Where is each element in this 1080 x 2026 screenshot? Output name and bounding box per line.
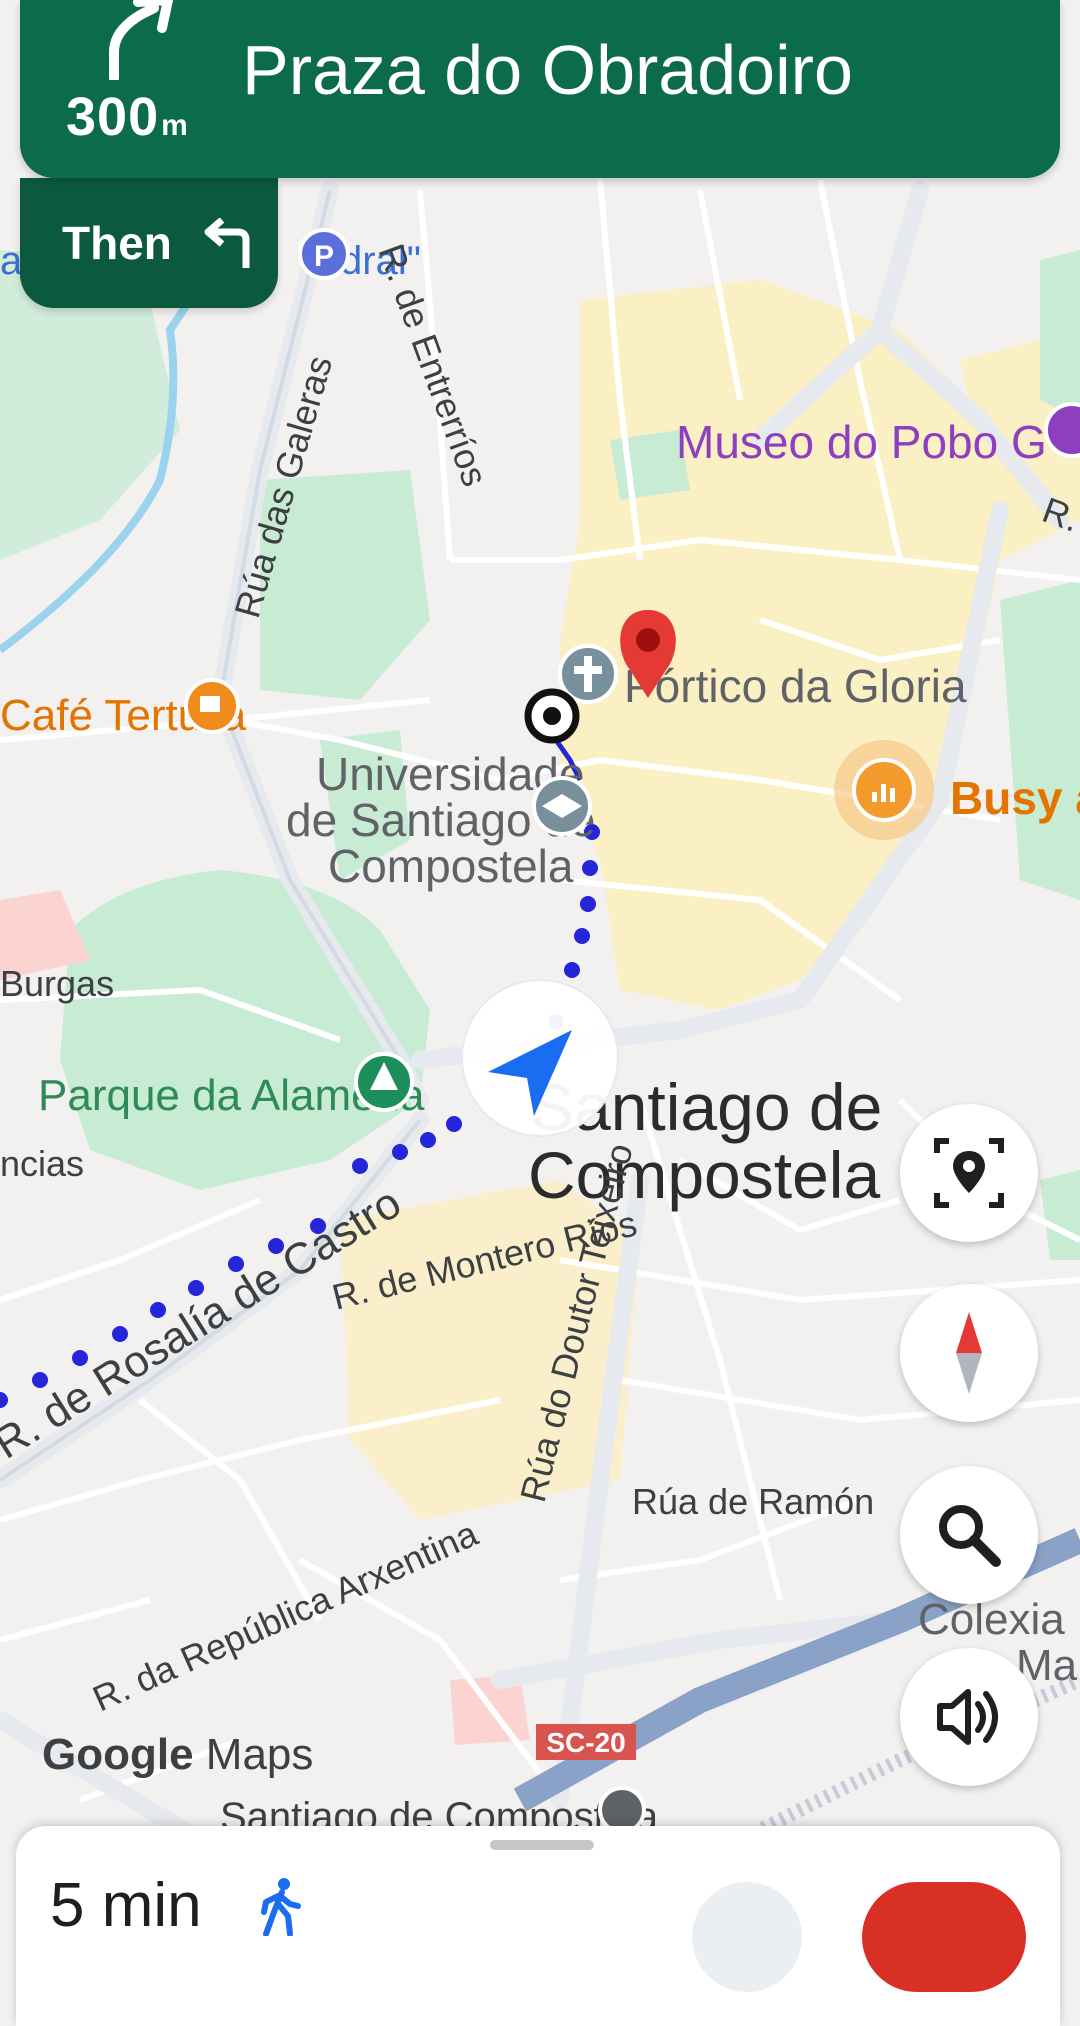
ncias-label: ncias [0, 1143, 84, 1184]
museum-label: Museo do Pobo G [676, 416, 1047, 468]
busy-area-marker[interactable] [834, 740, 934, 840]
walking-icon [261, 1878, 301, 1936]
destination-label: Pórtico da Gloria [624, 660, 967, 712]
distance-unit: m [161, 109, 189, 142]
turn-left-icon [204, 218, 250, 268]
turn-distance: 300m [66, 86, 189, 148]
bottom-sheet[interactable]: 5 min [16, 1826, 1060, 2026]
volume-button[interactable] [900, 1648, 1038, 1786]
park-marker[interactable] [354, 1052, 414, 1112]
exit-navigation-button[interactable] [862, 1882, 1026, 1992]
busy-label: Busy a [950, 772, 1080, 824]
then-label: Then [62, 217, 172, 269]
burgas-label: Burgas [0, 963, 114, 1004]
turn-slight-right-icon [109, 0, 173, 80]
search-icon [939, 1505, 1001, 1567]
recenter-location-icon [934, 1138, 1004, 1208]
navigation-banner[interactable]: 300m Praza do Obradoiro [20, 0, 1060, 178]
city-label-2: Compostela [528, 1138, 880, 1212]
search-button[interactable] [900, 1466, 1038, 1604]
road-shield-label: SC-20 [546, 1727, 625, 1758]
current-location-marker[interactable] [461, 979, 619, 1137]
next-street-name: Praza do Obradoiro [242, 31, 853, 109]
university-label-3: Compostela [328, 840, 574, 892]
church-marker[interactable] [558, 644, 618, 704]
then-instruction[interactable]: Then [20, 178, 278, 308]
google-maps-logo: Google Maps [42, 1730, 313, 1780]
cafe-marker[interactable] [184, 678, 240, 734]
museum-marker[interactable] [1044, 402, 1080, 458]
svg-text:P: P [314, 240, 334, 273]
street-ramon: Rúa de Ramón [632, 1481, 874, 1522]
logo-maps: Maps [205, 1730, 314, 1779]
route-options-button[interactable] [692, 1882, 802, 1992]
compass-button[interactable] [900, 1284, 1038, 1422]
parking-marker[interactable]: P [298, 228, 350, 280]
compass-icon [956, 1312, 982, 1394]
university-marker[interactable] [532, 776, 592, 836]
eta-time: 5 min [50, 1871, 202, 1940]
road-shield: SC-20 [536, 1724, 636, 1760]
logo-google: Google [42, 1730, 194, 1779]
route-start-marker [524, 688, 580, 744]
recenter-button[interactable] [900, 1104, 1038, 1242]
volume-icon [937, 1689, 998, 1745]
sheet-drag-handle[interactable] [490, 1840, 594, 1850]
colexia-label-1: Colexia [918, 1595, 1065, 1644]
distance-value: 300 [66, 87, 160, 147]
